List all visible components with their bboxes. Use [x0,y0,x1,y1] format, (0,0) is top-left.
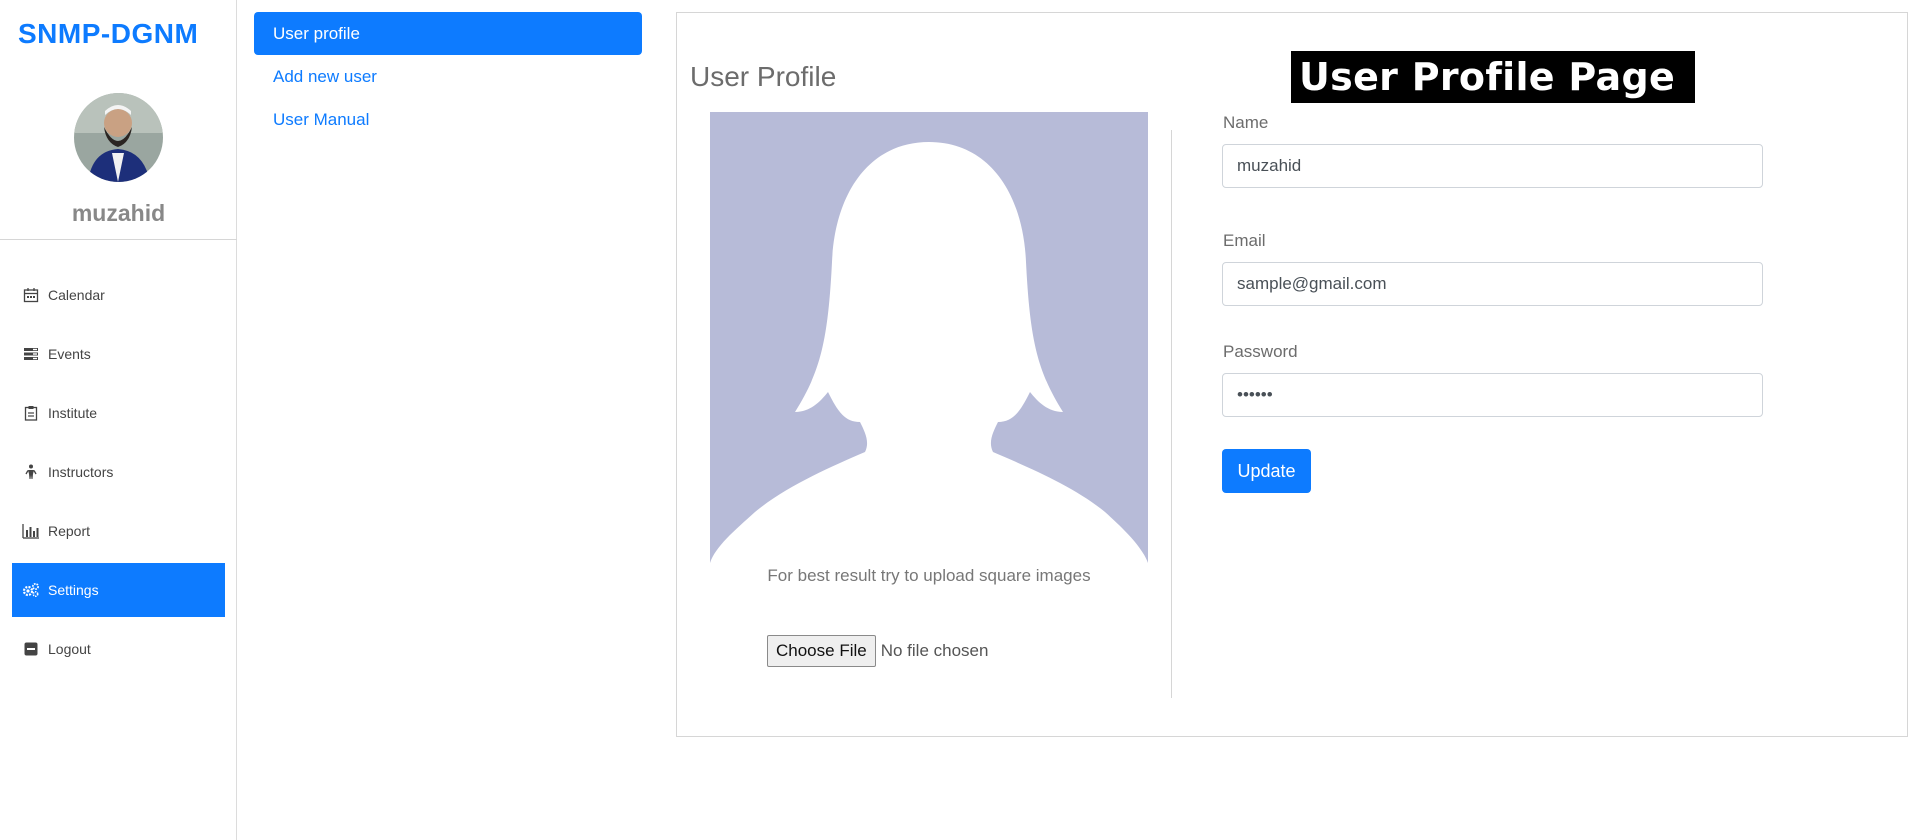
choose-file-button[interactable]: Choose File [767,635,876,667]
sidebar-item-settings[interactable]: Settings [12,563,225,617]
list-icon [22,345,40,363]
email-field[interactable] [1222,262,1763,306]
clipboard-icon [22,404,40,422]
photo-hint-text: For best result try to upload square ima… [767,566,1091,585]
sidebar-item-institute[interactable]: Institute [12,386,225,440]
sidebar-item-label: Calendar [48,287,105,303]
calendar-icon [22,286,40,304]
gears-icon [22,581,40,599]
sidebar-item-label: Report [48,523,91,539]
file-status-text: No file chosen [880,641,989,660]
profile-card: User Profile User Profile Page For best … [676,12,1908,737]
sidebar-item-label: Settings [48,582,99,598]
sidebar-nav: Calendar Events Institute Instructors Re… [12,268,225,681]
sidebar-item-label: Logout [48,641,91,657]
page-banner: User Profile Page [1291,51,1695,103]
sidebar-divider [0,239,237,240]
submenu-item-add-new-user[interactable]: Add new user [254,55,642,98]
submenu-item-user-manual[interactable]: User Manual [254,98,642,141]
sidebar-item-events[interactable]: Events [12,327,225,381]
sidebar-item-logout[interactable]: Logout [12,622,225,676]
minus-square-icon [22,640,40,658]
update-button[interactable]: Update [1222,449,1311,493]
username: muzahid [71,200,166,226]
profile-photo-placeholder [710,112,1148,563]
sidebar-item-label: Institute [48,405,98,421]
sidebar: SNMP-DGNM muzahid Calendar Events Instit… [0,0,237,840]
sidebar-item-report[interactable]: Report [12,504,225,558]
sidebar-item-calendar[interactable]: Calendar [12,268,225,322]
submenu-item-user-profile[interactable]: User profile [254,12,642,55]
password-field[interactable] [1222,373,1763,417]
sidebar-item-label: Events [48,346,91,362]
file-upload: Choose File No file chosen [767,635,988,667]
person-icon [22,463,40,481]
sidebar-item-instructors[interactable]: Instructors [12,445,225,499]
sidebar-item-label: Instructors [48,464,114,480]
name-label: Name [1223,113,1269,132]
column-divider [1171,130,1172,698]
name-field[interactable] [1222,144,1763,188]
brand-logo-text[interactable]: SNMP-DGNM [18,18,198,50]
email-label: Email [1223,231,1266,250]
avatar [74,93,163,182]
settings-submenu: User profile Add new user User Manual [254,12,642,141]
page-title: User Profile [690,61,837,92]
bar-chart-icon [22,522,40,540]
password-label: Password [1223,342,1298,361]
silhouette-icon [710,112,1148,563]
